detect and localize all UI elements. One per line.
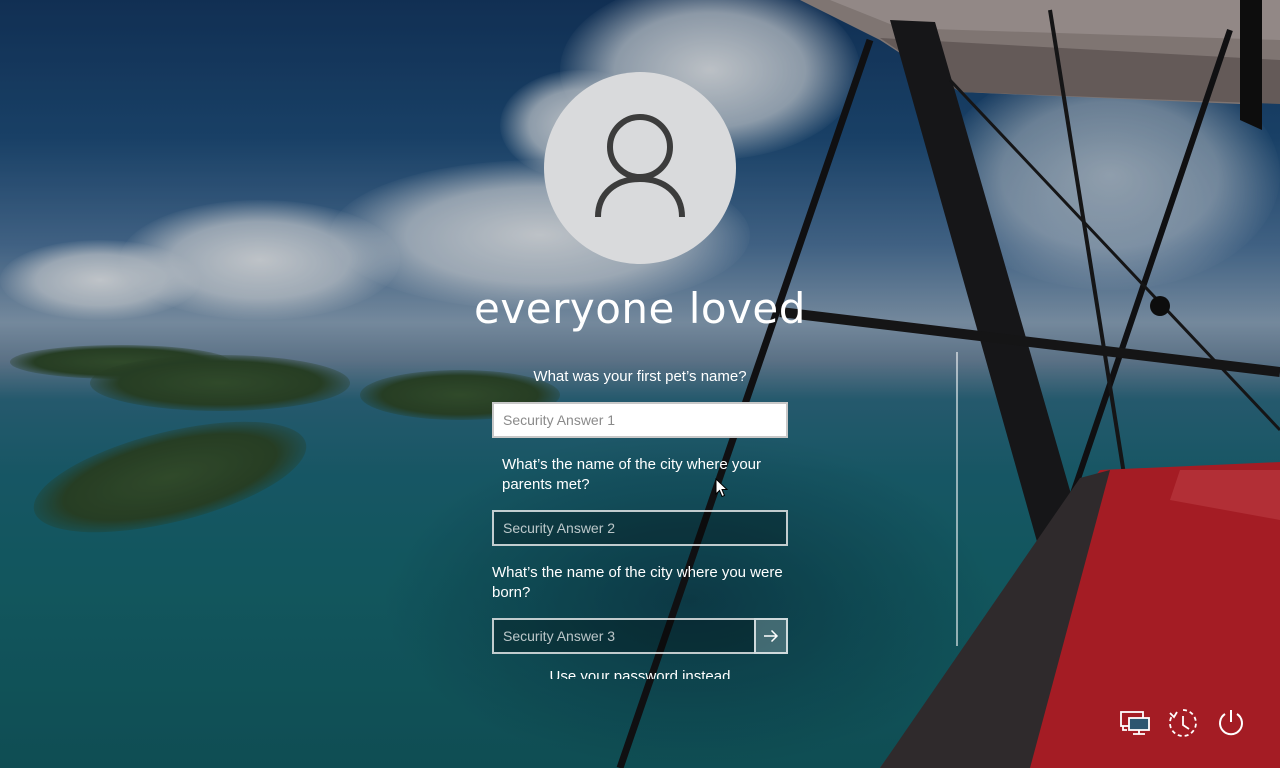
mouse-cursor-icon <box>715 478 729 498</box>
security-answer-2-input[interactable] <box>492 510 788 546</box>
user-silhouette-icon <box>595 114 685 218</box>
security-question-3: What’s the name of the city where you we… <box>492 564 783 601</box>
user-name: everyone loved <box>474 284 806 333</box>
use-password-link[interactable]: Use your password instead <box>492 668 788 679</box>
security-answer-1-input[interactable] <box>492 402 788 438</box>
security-answer-3-input[interactable] <box>492 618 754 654</box>
submit-button[interactable] <box>754 618 788 654</box>
ease-of-access-button[interactable] <box>1166 706 1200 740</box>
vertical-divider <box>956 352 958 646</box>
security-question-1: What was your first pet’s name? <box>533 368 747 385</box>
user-avatar <box>544 72 736 264</box>
power-button[interactable] <box>1214 706 1248 740</box>
lock-screen: everyone loved What was your first pet’s… <box>0 0 1280 768</box>
ease-of-access-icon <box>1169 709 1197 737</box>
power-icon <box>1219 710 1243 736</box>
network-icon <box>1120 711 1150 735</box>
security-question-2: What’s the name of the city where your p… <box>502 456 762 493</box>
network-button[interactable] <box>1118 706 1152 740</box>
arrow-right-icon <box>764 629 779 643</box>
